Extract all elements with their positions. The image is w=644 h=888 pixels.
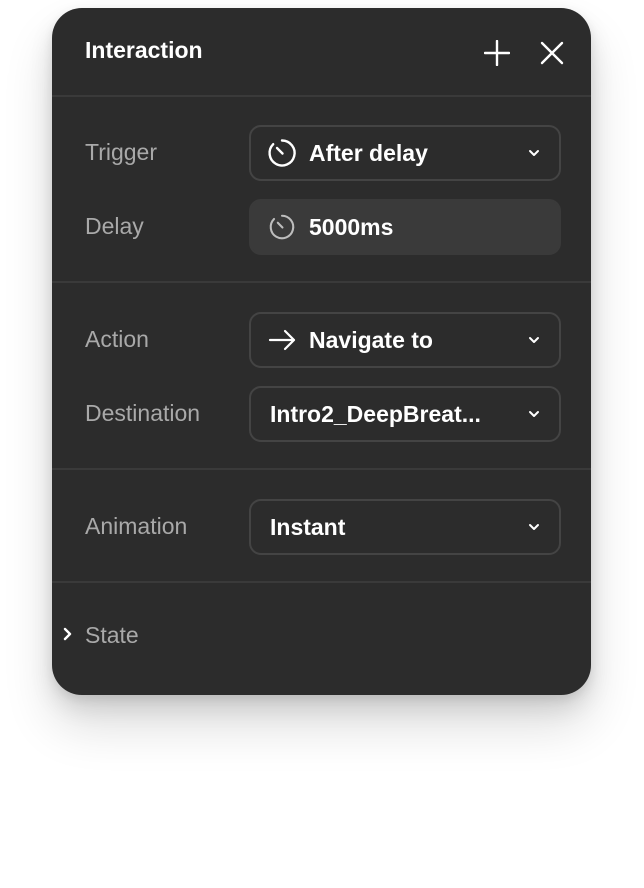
interaction-panel: Interaction Trigger After delay Delay 50…	[52, 8, 591, 695]
chevron-down-icon	[527, 146, 541, 160]
chevron-down-icon	[527, 520, 541, 534]
state-label: State	[85, 622, 139, 648]
delay-input[interactable]: 5000ms	[249, 199, 561, 255]
timer-icon	[265, 210, 299, 244]
divider	[52, 95, 591, 97]
trigger-select[interactable]: After delay	[249, 125, 561, 181]
chevron-down-icon	[527, 407, 541, 421]
action-select[interactable]: Navigate to	[249, 312, 561, 368]
close-button[interactable]	[537, 38, 567, 68]
destination-select[interactable]: Intro2_DeepBreat...	[249, 386, 561, 442]
animation-label: Animation	[85, 513, 188, 539]
divider	[52, 468, 591, 470]
panel-header: Interaction	[52, 8, 591, 96]
state-section-toggle[interactable]: State	[52, 614, 591, 658]
divider	[52, 581, 591, 583]
plus-icon	[484, 40, 510, 66]
destination-value: Intro2_DeepBreat...	[270, 400, 481, 427]
add-interaction-button[interactable]	[482, 38, 512, 68]
animation-value: Instant	[270, 513, 346, 540]
trigger-label: Trigger	[85, 139, 157, 165]
panel-title: Interaction	[85, 37, 203, 63]
delay-label: Delay	[85, 213, 144, 239]
chevron-down-icon	[527, 333, 541, 347]
trigger-value: After delay	[309, 139, 428, 166]
animation-select[interactable]: Instant	[249, 499, 561, 555]
action-label: Action	[85, 326, 149, 352]
timer-icon	[265, 136, 299, 170]
action-value: Navigate to	[309, 326, 433, 353]
close-icon	[540, 41, 564, 65]
divider	[52, 281, 591, 283]
delay-value: 5000ms	[309, 213, 394, 240]
chevron-right-icon	[63, 627, 72, 641]
arrow-right-icon	[265, 323, 299, 357]
destination-label: Destination	[85, 400, 201, 426]
